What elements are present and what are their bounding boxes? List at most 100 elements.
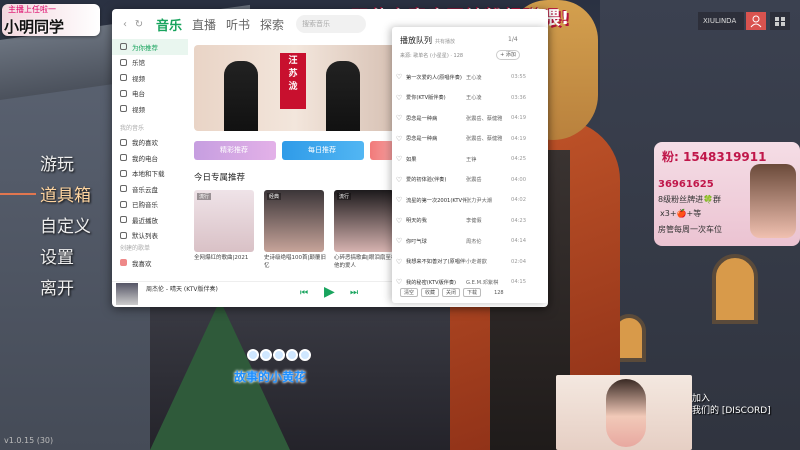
quick-recommend-button[interactable]: 精彩推荐 <box>194 141 276 160</box>
queue-row[interactable]: ♡ 思念是一种病 张震岳、蔡健雅 04:19 <box>392 108 548 129</box>
card-tag: 流行 <box>197 193 212 200</box>
menu-quit[interactable]: 离开 <box>40 274 91 305</box>
tab-audiobook[interactable]: 听书 <box>226 16 250 33</box>
sidebar-item-recent[interactable]: 最近播放 <box>112 212 188 228</box>
card-caption[interactable]: 史诗级绝唱100首|颠覆旧忆 <box>264 254 328 270</box>
version-label: v1.0.15 (30) <box>4 436 54 445</box>
tab-music[interactable]: 音乐 <box>156 15 182 34</box>
card-tag: 流行 <box>337 193 352 200</box>
album-cover[interactable] <box>116 283 138 305</box>
heart-icon[interactable]: ♡ <box>392 258 406 266</box>
search-input[interactable]: 搜索音乐 <box>296 15 367 33</box>
queue-header: 播放队列 共有播放 <box>400 35 455 46</box>
sidebar-item-myradio[interactable]: 我的电台 <box>112 150 188 166</box>
card-caption[interactable]: 全网爆红的歌曲|2021 <box>194 254 258 262</box>
queue-clear-button[interactable]: 清空 <box>400 288 419 297</box>
sidebar-item-local[interactable]: 本地和下载 <box>112 166 188 182</box>
queue-row[interactable]: ♡ 爱你(KTV版伴奏) 王心凌 03:36 <box>392 88 548 109</box>
queue-row[interactable]: ♡ 你叮气球 周杰伦 04:14 <box>392 231 548 252</box>
banner-person <box>326 61 360 131</box>
menu-customize[interactable]: 自定义 <box>40 212 91 243</box>
next-icon[interactable]: ⏭ <box>350 288 358 298</box>
heart-icon[interactable]: ♡ <box>392 94 406 102</box>
heart-icon[interactable]: ♡ <box>392 237 406 245</box>
queue-download-button[interactable]: 下载 <box>463 288 482 297</box>
friends-button[interactable] <box>746 12 766 30</box>
library-icon <box>120 58 127 66</box>
queue-row[interactable]: ♡ 爱的初体验(伴奏) 张震岳 04:00 <box>392 170 548 191</box>
home-icon <box>120 43 127 51</box>
heart-icon[interactable]: ♡ <box>392 135 406 143</box>
webcam-feed <box>556 375 692 450</box>
daily-recommend-button[interactable]: 每日推荐 <box>282 141 364 160</box>
sidebar-item-default[interactable]: 默认列表 <box>112 228 188 244</box>
user-name[interactable]: XIULINDA <box>698 12 744 30</box>
lyric-text: 故事的小黄花 <box>234 370 307 384</box>
refresh-icon[interactable]: ↻ <box>132 19 146 30</box>
heart-icon[interactable]: ♡ <box>392 176 406 184</box>
radio-icon <box>120 154 127 162</box>
queue-source: 来源: 歌单名 (小星星) · 128 <box>400 53 464 59</box>
heart-icon[interactable]: ♡ <box>392 114 406 122</box>
discord-invite: 加入 我们的 [DISCORD] <box>692 393 771 417</box>
sidebar-item-radio[interactable]: 电台 <box>112 86 188 102</box>
play-icon[interactable]: ▶ <box>324 284 335 300</box>
playlist-card[interactable]: 经典 <box>264 190 324 252</box>
sidebar-playlist-item[interactable]: 我喜欢 <box>112 255 188 271</box>
sidebar-item-library[interactable]: 乐馆 <box>112 55 188 71</box>
heart-icon[interactable]: ♡ <box>392 155 406 163</box>
sidebar-item-recommend[interactable]: 为你推荐 <box>112 39 188 55</box>
queue-close-button[interactable]: 关闭 <box>442 288 461 297</box>
heart-icon[interactable]: ♡ <box>392 217 406 225</box>
playlist-cover-icon <box>120 259 127 267</box>
queue-footer: 清空 收藏 关闭 下载 128 <box>400 288 504 297</box>
menu-button[interactable] <box>770 12 790 30</box>
queue-row[interactable]: ♡ 第一次爱的人(原唱伴奏) 王心凌 03:55 <box>392 67 548 88</box>
sidebar-item-purchased[interactable]: 已购音乐 <box>112 197 188 213</box>
queue-collect-button[interactable]: 收藏 <box>421 288 440 297</box>
menu-settings[interactable]: 设置 <box>40 243 91 274</box>
queue-row[interactable]: ♡ 我想来不如善对了(原唱伴奏) 小走谢歆 02:04 <box>392 252 548 273</box>
menu-play[interactable]: 游玩 <box>40 150 91 181</box>
fan-count: 36961625 <box>658 179 714 190</box>
video-icon <box>120 74 127 82</box>
heart-icon[interactable]: ♡ <box>392 278 406 286</box>
queue-row[interactable]: ♡流星的第一次2001(KTV伴奏...张力尹大潮04:02 <box>392 190 548 211</box>
streamer-subtitle: 主播上任啦一 <box>8 5 56 14</box>
prev-icon[interactable]: ⏮ <box>300 288 308 298</box>
queue-add-button[interactable]: + 添加 <box>496 50 520 60</box>
hero-banner[interactable]: 汪苏泷 <box>194 45 396 131</box>
sidebar-item-likes[interactable]: 我的喜欢 <box>112 135 188 151</box>
tab-explore[interactable]: 探索 <box>260 16 284 33</box>
queue-row[interactable]: ♡ 如果 王铮 04:25 <box>392 149 548 170</box>
download-icon <box>120 169 127 177</box>
fan-group: 8级粉丝牌进🍀群 <box>658 195 722 204</box>
queue-list: ♡ 第一次爱的人(原唱伴奏) 王心凌 03:55 ♡ 爱你(KTV版伴奏) 王心凌 03:3… <box>392 67 548 293</box>
person-icon <box>750 15 762 28</box>
queue-row[interactable]: ♡ 思念是一种病 张震岳、蔡健雅 04:19 <box>392 129 548 150</box>
card-tag: 经典 <box>267 193 282 200</box>
qq-number: 粉: 1548319911 <box>662 150 767 164</box>
heart-icon[interactable]: ♡ <box>392 73 406 81</box>
queue-count: 128 <box>494 290 504 296</box>
sidebar-item-video2[interactable]: 视频 <box>112 101 188 117</box>
clock-icon <box>120 216 127 224</box>
heart-icon <box>120 138 127 146</box>
fan-group-card: 粉: 1548319911 36961625 8级粉丝牌进🍀群 x3+🍎+等 房… <box>654 142 800 246</box>
playlist-card[interactable]: 流行 <box>334 190 394 252</box>
discord-line2: 我们的 [DISCORD] <box>692 406 771 416</box>
cloud-icon <box>120 185 127 193</box>
card-caption[interactable]: 心碎恶搞歌曲|眼泪扇至视他的爱人 <box>334 254 398 270</box>
menu-indicator <box>0 193 36 195</box>
more-recommend-button[interactable] <box>370 141 394 160</box>
tab-live[interactable]: 直播 <box>192 16 216 33</box>
heart-icon[interactable]: ♡ <box>392 196 406 204</box>
queue-row[interactable]: ♡ 明天的我 李健假 04:23 <box>392 211 548 232</box>
sidebar-item-cloud[interactable]: 音乐云盘 <box>112 181 188 197</box>
playlist-card[interactable]: 流行 <box>194 190 254 252</box>
banner-person <box>224 61 258 131</box>
queue-subtitle: 共有播放 <box>435 39 456 45</box>
sidebar-item-video[interactable]: 视频 <box>112 70 188 86</box>
menu-item-box[interactable]: 道具箱 <box>40 181 91 212</box>
back-icon[interactable]: ‹ <box>118 19 132 30</box>
